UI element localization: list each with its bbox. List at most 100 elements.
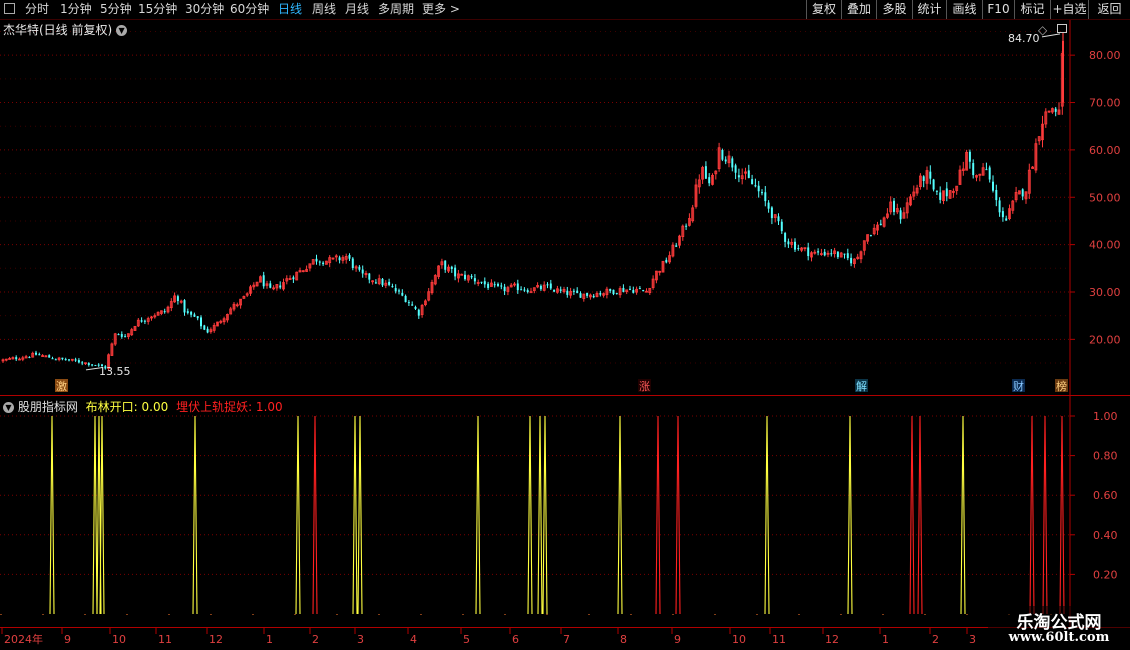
event-marker-label-4: 榜 <box>1056 379 1067 393</box>
indicator-spike-0 <box>527 415 533 615</box>
candle-body <box>407 302 410 304</box>
candle-body <box>368 273 371 280</box>
period-tab-2[interactable]: 5分钟 <box>100 1 132 18</box>
period-tab-10[interactable]: 更多 > <box>422 1 460 18</box>
toolbar-button-5[interactable]: F10 <box>982 0 1014 19</box>
candle-body <box>721 150 724 160</box>
candle-body <box>629 288 631 290</box>
toolbar-button-8[interactable]: 返回 <box>1088 0 1130 19</box>
period-tab-1[interactable]: 1分钟 <box>60 1 92 18</box>
candle-body <box>48 355 51 358</box>
period-tab-9[interactable]: 多周期 <box>378 1 414 18</box>
candle-body <box>500 285 503 287</box>
candle-body <box>734 165 737 173</box>
candle-body <box>784 233 787 242</box>
candle-body <box>1054 108 1057 112</box>
candle-body <box>780 221 783 232</box>
event-marker-label-3: 财 <box>1013 379 1024 393</box>
period-tab-3[interactable]: 15分钟 <box>138 1 177 18</box>
price-tick-label: 70.00 <box>1089 97 1121 110</box>
candle-body <box>807 247 810 257</box>
price-tick-label: 60.00 <box>1089 144 1121 157</box>
candle-body <box>51 358 54 360</box>
candle-body <box>315 258 318 262</box>
period-tab-4[interactable]: 30分钟 <box>185 1 224 18</box>
toolbar-button-4[interactable]: 画线 <box>946 0 982 19</box>
price-tick-label: 40.00 <box>1089 239 1121 252</box>
date-tick-label: 10 <box>112 633 126 646</box>
candle-body <box>81 362 84 364</box>
candle-body <box>338 257 341 261</box>
indicator-spike-0 <box>537 415 543 615</box>
indicator-tick-label: 0.40 <box>1093 529 1118 542</box>
candle-body <box>794 241 796 250</box>
candle-body <box>473 278 476 282</box>
panel-toggle-icon[interactable] <box>1057 24 1067 33</box>
candle-body <box>708 177 711 184</box>
candle-body <box>444 260 447 270</box>
indicator-tick-label: 1.00 <box>1093 410 1118 423</box>
candle-body <box>318 261 321 263</box>
toolbar-button-2[interactable]: 多股 <box>876 0 912 19</box>
indicator-spike-1 <box>1029 415 1035 615</box>
candle-body <box>186 311 189 313</box>
candle-body <box>54 359 57 361</box>
candle-body <box>516 283 519 291</box>
candle-body <box>767 202 770 209</box>
period-tab-0[interactable]: 分时 <box>25 1 49 18</box>
date-tick-label: 3 <box>969 633 976 646</box>
candle-body <box>932 179 935 190</box>
candle-body <box>203 325 206 330</box>
candle-body <box>398 290 400 292</box>
candle-body <box>599 293 602 295</box>
diamond-icon[interactable]: ◇ <box>1038 23 1047 37</box>
candle-body <box>394 288 397 292</box>
toolbar-button-0[interactable]: 复权 <box>806 0 841 19</box>
price-tick-label: 20.00 <box>1089 333 1121 346</box>
toolbar-button-7[interactable]: +自选 <box>1050 0 1088 19</box>
candle-body <box>348 255 351 259</box>
candle-body <box>480 281 483 283</box>
candle-body <box>797 248 800 250</box>
price-tick-label: 80.00 <box>1089 49 1121 62</box>
indicator-spike-0 <box>764 415 770 615</box>
candle-body <box>1062 40 1064 103</box>
candle-body <box>38 354 41 356</box>
period-tab-7[interactable]: 周线 <box>312 1 336 18</box>
kline-chart[interactable]: 80.00 70.00 60.00 50.00 40.00 30.00 20.00 84.70… <box>0 20 1130 396</box>
candle-body <box>450 266 453 270</box>
candle-body <box>869 235 872 237</box>
toolbar-button-1[interactable]: 叠加 <box>841 0 876 19</box>
candle-body <box>411 304 414 306</box>
indicator-chart[interactable]: 1.00 0.80 0.60 0.40 0.20 <box>0 396 1130 628</box>
indicator-spike-1 <box>675 415 681 615</box>
date-tick-label: 10 <box>732 633 746 646</box>
date-tick-label: 7 <box>563 633 570 646</box>
chevron-down-icon[interactable]: ▼ <box>116 25 128 36</box>
indicator-spike-0 <box>542 415 548 615</box>
candle-body <box>922 176 925 182</box>
candle-body <box>140 320 143 322</box>
candle-body <box>836 251 839 258</box>
candle-body <box>777 216 780 222</box>
period-tab-8[interactable]: 月线 <box>345 1 369 18</box>
candle-body <box>761 192 763 194</box>
period-tab-5[interactable]: 60分钟 <box>230 1 269 18</box>
candle-body <box>520 289 523 291</box>
stock-title: 杰华特(日线 前复权) <box>3 23 113 37</box>
candle-body <box>685 225 688 227</box>
toolbar-checkbox-icon[interactable] <box>4 3 15 14</box>
indicator-tick-label: 0.80 <box>1093 450 1118 463</box>
toolbar-button-3[interactable]: 统计 <box>912 0 946 19</box>
candle-body <box>68 359 70 361</box>
indicator-spike-0 <box>847 415 853 615</box>
candle-body <box>675 245 678 247</box>
candle-body <box>497 283 499 286</box>
candle-body <box>91 364 94 366</box>
toolbar-button-6[interactable]: 标记 <box>1014 0 1050 19</box>
date-tick-label: 3 <box>357 633 364 646</box>
period-tab-6[interactable]: 日线 <box>278 1 302 18</box>
candle-body <box>787 241 790 245</box>
candle-body <box>559 289 562 291</box>
chevron-down-icon[interactable]: ▼ <box>3 402 14 413</box>
